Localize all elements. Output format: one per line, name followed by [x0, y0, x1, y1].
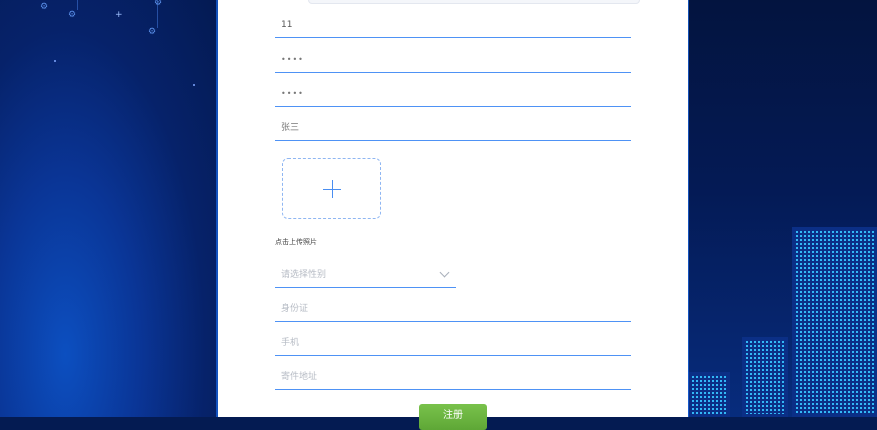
- left-background-panel: ⚙ ⚙ + ⚙ ⚙: [0, 0, 218, 417]
- building-graphic: [688, 372, 730, 417]
- form-top-edge: [308, 0, 640, 4]
- upload-photo-label: 点击上传照片: [275, 238, 317, 246]
- gender-select[interactable]: 请选择性别: [275, 262, 456, 288]
- decor-line: [77, 0, 78, 10]
- confirm-password-input[interactable]: ••••: [275, 81, 631, 107]
- star-dot: [54, 60, 56, 62]
- hexagon-icon: ⚙: [154, 0, 163, 8]
- hexagon-icon: ⚙: [68, 10, 77, 20]
- building-graphic: [792, 227, 877, 417]
- gender-select-placeholder: 请选择性别: [281, 270, 327, 280]
- chevron-down-icon: [439, 267, 450, 278]
- right-background-panel: [688, 0, 877, 417]
- id-card-input[interactable]: 身份证: [275, 296, 631, 322]
- phone-input[interactable]: 手机: [275, 330, 631, 356]
- sparkle-icon: +: [115, 10, 123, 20]
- username-input[interactable]: 11: [275, 12, 631, 38]
- register-button[interactable]: 注册: [419, 404, 487, 430]
- register-form-card: 11 •••• •••• 张三 点击上传照片 请选择性别 身份证 手机 寄件地址…: [218, 0, 688, 430]
- photo-upload-box[interactable]: [282, 158, 381, 219]
- password-input[interactable]: ••••: [275, 47, 631, 73]
- hexagon-icon: ⚙: [40, 2, 49, 12]
- address-input[interactable]: 寄件地址: [275, 364, 631, 390]
- building-graphic: [742, 337, 788, 417]
- star-dot: [193, 84, 195, 86]
- real-name-input[interactable]: 张三: [275, 115, 631, 141]
- hexagon-icon: ⚙: [148, 27, 157, 37]
